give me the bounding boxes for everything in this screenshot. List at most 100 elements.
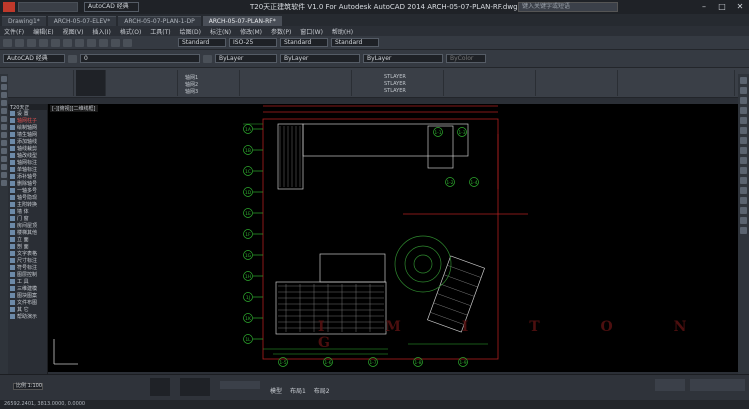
menu-item-view[interactable]: 视图(V)	[63, 27, 84, 36]
palette-item[interactable]: 立 面	[8, 236, 47, 243]
palette-item[interactable]: 添补轴号	[8, 173, 47, 180]
new-icon[interactable]	[3, 38, 12, 47]
redo-icon[interactable]	[63, 38, 72, 47]
palette-item[interactable]: 一轴多号	[8, 187, 47, 194]
command-icon[interactable]	[150, 378, 170, 396]
table-icon[interactable]	[1, 172, 7, 178]
explode-icon[interactable]	[740, 227, 747, 234]
block-icon[interactable]	[1, 140, 7, 146]
mtext-icon[interactable]	[1, 180, 7, 186]
print-icon[interactable]	[39, 38, 48, 47]
tab-model[interactable]: 模型 布局1 布局2	[270, 386, 330, 395]
offset-icon[interactable]	[740, 107, 747, 114]
break-icon[interactable]	[740, 187, 747, 194]
menu-item-format[interactable]: 格式(O)	[120, 27, 141, 36]
open-icon[interactable]	[15, 38, 24, 47]
menu-item-edit[interactable]: 编辑(E)	[33, 27, 53, 36]
palette-item[interactable]: 剖 面	[8, 243, 47, 250]
zoom-icon[interactable]	[87, 38, 96, 47]
point-icon[interactable]	[1, 148, 7, 154]
menu-item-dimension[interactable]: 标注(N)	[210, 27, 231, 36]
palette-item[interactable]: 单轴标注	[8, 166, 47, 173]
layer-combo[interactable]: 0	[80, 54, 200, 63]
extend-icon[interactable]	[740, 177, 747, 184]
ribbon-label[interactable]: 轴网2	[185, 81, 198, 88]
fillet-icon[interactable]	[740, 217, 747, 224]
menu-item-tools[interactable]: 工具(T)	[150, 27, 170, 36]
lineweight-combo[interactable]: ByLayer	[363, 54, 443, 63]
minimize-icon[interactable]: –	[697, 2, 711, 12]
palette-item[interactable]: 墙生轴网	[8, 131, 47, 138]
palette-item[interactable]: 图块图案	[8, 292, 47, 299]
move-icon[interactable]	[740, 127, 747, 134]
tab-layout2[interactable]: 布局2	[314, 388, 330, 395]
palette-item[interactable]: 墙 体	[8, 208, 47, 215]
palette-item[interactable]: 轴线裁剪	[8, 145, 47, 152]
workspace-select[interactable]: AutoCAD 经典	[3, 54, 65, 63]
snap-tools[interactable]	[220, 381, 260, 389]
text-style-combo[interactable]: Standard	[178, 38, 226, 47]
layer-manager-icon[interactable]	[68, 54, 77, 63]
drawing-canvas[interactable]: [-][俯视][二维线框] 1A 1B 1C 1D 1E 1F 1G 1H 1J…	[48, 104, 738, 372]
tab-layout1[interactable]: 布局1	[290, 388, 306, 395]
menu-item-window[interactable]: 窗口(W)	[300, 27, 323, 36]
palette-item[interactable]: 文件布图	[8, 299, 47, 306]
mirror-icon[interactable]	[740, 97, 747, 104]
ribbon-group-grid[interactable]	[76, 70, 106, 96]
linetype-combo[interactable]: ByLayer	[280, 54, 360, 63]
palette-item[interactable]: 符号标注	[8, 264, 47, 271]
scale-combo[interactable]: 比例 1:100	[13, 383, 43, 390]
workspace-combo[interactable]: AutoCAD 经典	[84, 2, 139, 12]
tab-plan-rf[interactable]: ARCH-05-07-PLAN-RF*	[202, 16, 282, 26]
tab-drawing1[interactable]: Drawing1*	[2, 16, 46, 26]
menu-item-file[interactable]: 文件(F)	[4, 27, 24, 36]
palette-item[interactable]: 轴号隐现	[8, 194, 47, 201]
palette-item[interactable]: 图层控制	[8, 271, 47, 278]
ribbon-layer-label[interactable]: STLAYER	[384, 74, 406, 80]
hatch-icon[interactable]	[1, 156, 7, 162]
palette-item[interactable]: 文字表格	[8, 250, 47, 257]
palette-item[interactable]: 设 置	[8, 110, 47, 117]
ribbon-layer-label[interactable]: STLAYER	[384, 88, 406, 94]
properties-icon[interactable]	[99, 38, 108, 47]
palette-item[interactable]: 其 它	[8, 306, 47, 313]
tool-palettes-icon[interactable]	[123, 38, 132, 47]
menu-item-modify[interactable]: 修改(M)	[240, 27, 262, 36]
tab-plan-1-dp[interactable]: ARCH-05-07-PLAN-1-DP	[118, 16, 201, 26]
design-center-icon[interactable]	[111, 38, 120, 47]
menu-item-help[interactable]: 帮助(H)	[332, 27, 353, 36]
layer-previous-icon[interactable]	[203, 54, 212, 63]
ribbon-label[interactable]: 轴网3	[185, 88, 198, 95]
menu-item-parametric[interactable]: 参数(P)	[271, 27, 291, 36]
dim-style-combo[interactable]: ISO-25	[229, 38, 277, 47]
spline-icon[interactable]	[1, 124, 7, 130]
region-icon[interactable]	[1, 164, 7, 170]
palette-item[interactable]: 门 窗	[8, 215, 47, 222]
app-logo-icon[interactable]	[3, 2, 15, 12]
palette-item[interactable]: 帮助演示	[8, 313, 47, 320]
undo-icon[interactable]	[51, 38, 60, 47]
palette-item[interactable]: 添加轴线	[8, 138, 47, 145]
scale-icon[interactable]	[740, 147, 747, 154]
command-line[interactable]	[180, 378, 210, 396]
close-icon[interactable]: ✕	[733, 2, 747, 12]
pan-icon[interactable]	[75, 38, 84, 47]
polyline-icon[interactable]	[1, 84, 7, 90]
circle-icon[interactable]	[1, 116, 7, 122]
stretch-icon[interactable]	[740, 157, 747, 164]
tab-elev[interactable]: ARCH-05-07-ELEV*	[47, 16, 117, 26]
palette-item[interactable]: 轴网柱子	[8, 117, 47, 124]
palette-item[interactable]: 主附转换	[8, 201, 47, 208]
menu-item-insert[interactable]: 插入(I)	[92, 27, 110, 36]
search-input[interactable]: 键入关键字或短语	[518, 2, 618, 12]
palette-item[interactable]: 删除轴号	[8, 180, 47, 187]
chamfer-icon[interactable]	[740, 207, 747, 214]
palette-item[interactable]: 楼梯其他	[8, 229, 47, 236]
table-style-combo[interactable]: Standard	[280, 38, 328, 47]
palette-item[interactable]: 三维建模	[8, 285, 47, 292]
save-icon[interactable]	[27, 38, 36, 47]
copy-icon[interactable]	[740, 87, 747, 94]
color-combo[interactable]: ByLayer	[215, 54, 277, 63]
ellipse-icon[interactable]	[1, 132, 7, 138]
status-icons[interactable]	[690, 379, 745, 391]
